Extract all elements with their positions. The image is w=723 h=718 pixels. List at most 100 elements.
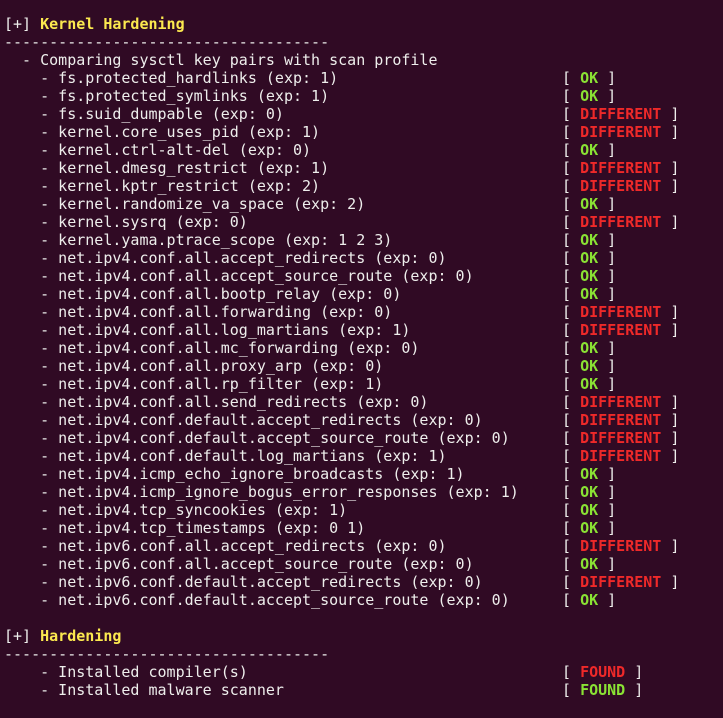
check-label: - net.ipv4.conf.all.log_martians (exp: 1… (4, 321, 411, 339)
section-separator: ------------------------------------ (4, 645, 330, 663)
bracket-open: [ (562, 141, 581, 159)
section-intro: - Comparing sysctl key pairs with scan p… (4, 51, 438, 69)
status-badge: [ FOUND ] (562, 681, 643, 699)
check-label: - net.ipv6.conf.all.accept_source_route … (4, 555, 474, 573)
check-row: - net.ipv4.conf.all.forwarding (exp: 0) [… (4, 303, 723, 321)
check-label: - kernel.kptr_restrict (exp: 2) (4, 177, 321, 195)
bracket-close: ] (625, 681, 644, 699)
check-label: - net.ipv4.conf.all.mc_forwarding (exp: … (4, 339, 420, 357)
check-row: - net.ipv6.conf.all.accept_redirects (ex… (4, 537, 723, 555)
check-label: - net.ipv6.conf.all.accept_redirects (ex… (4, 537, 447, 555)
status-value: OK (580, 285, 599, 303)
bracket-open: [ (562, 249, 581, 267)
bracket-open: [ (562, 357, 581, 375)
bracket-close: ] (598, 231, 617, 249)
status-badge: [ DIFFERENT ] (562, 177, 679, 195)
check-row: - net.ipv4.tcp_syncookies (exp: 1) [ OK ] (4, 501, 723, 519)
bracket-close: ] (661, 159, 680, 177)
check-row: - kernel.dmesg_restrict (exp: 1) [ DIFFER… (4, 159, 723, 177)
check-label: - net.ipv4.tcp_syncookies (exp: 1) (4, 501, 348, 519)
check-label: - net.ipv4.conf.all.bootp_relay (exp: 0) (4, 285, 402, 303)
bracket-open: [ (562, 573, 581, 591)
check-row: - net.ipv4.conf.all.bootp_relay (exp: 0)… (4, 285, 723, 303)
status-badge: [ DIFFERENT ] (562, 411, 679, 429)
check-label: - net.ipv6.conf.default.accept_redirects… (4, 573, 483, 591)
check-row: - net.ipv4.conf.default.accept_source_ro… (4, 429, 723, 447)
check-row: - kernel.sysrq (exp: 0) [ DIFFERENT ] (4, 213, 723, 231)
check-row: - net.ipv4.conf.all.send_redirects (exp:… (4, 393, 723, 411)
bracket-open: [ (562, 303, 581, 321)
bracket-open: [ (562, 69, 581, 87)
check-row: - net.ipv4.tcp_timestamps (exp: 0 1) [ OK… (4, 519, 723, 537)
bracket-close: ] (661, 303, 680, 321)
check-label: - kernel.core_uses_pid (exp: 1) (4, 123, 321, 141)
check-row: - kernel.kptr_restrict (exp: 2) [ DIFFERE… (4, 177, 723, 195)
check-label: - kernel.randomize_va_space (exp: 2) (4, 195, 366, 213)
bracket-close: ] (661, 105, 680, 123)
status-value: OK (580, 357, 599, 375)
status-value: DIFFERENT (580, 393, 662, 411)
status-value: OK (580, 87, 599, 105)
bracket-open: [ (562, 663, 581, 681)
check-row: - net.ipv4.conf.all.rp_filter (exp: 1) [ … (4, 375, 723, 393)
check-row: - net.ipv4.icmp_echo_ignore_broadcasts (… (4, 465, 723, 483)
bracket-close: ] (661, 573, 680, 591)
status-value: OK (580, 267, 599, 285)
bracket-close: ] (661, 393, 680, 411)
status-value: OK (580, 69, 599, 87)
check-label: - net.ipv4.conf.all.rp_filter (exp: 1) (4, 375, 384, 393)
status-value: DIFFERENT (580, 447, 662, 465)
section-marker: [+] (4, 627, 32, 645)
section-title: Kernel Hardening (40, 15, 185, 33)
bracket-close: ] (625, 663, 644, 681)
bracket-close: ] (661, 321, 680, 339)
check-label: - kernel.ctrl-alt-del (exp: 0) (4, 141, 312, 159)
bracket-close: ] (598, 249, 617, 267)
bracket-open: [ (562, 393, 581, 411)
check-row: - kernel.core_uses_pid (exp: 1) [ DIFFERE… (4, 123, 723, 141)
check-label: - fs.protected_hardlinks (exp: 1) (4, 69, 339, 87)
status-value: DIFFERENT (580, 213, 662, 231)
status-value: DIFFERENT (580, 123, 662, 141)
section-separator: ------------------------------------ (4, 33, 330, 51)
bracket-close: ] (598, 555, 617, 573)
status-badge: [ OK ] (562, 591, 616, 609)
bracket-open: [ (562, 447, 581, 465)
status-badge: [ DIFFERENT ] (562, 321, 679, 339)
check-row: - net.ipv4.icmp_ignore_bogus_error_respo… (4, 483, 723, 501)
bracket-open: [ (562, 87, 581, 105)
status-value: OK (580, 195, 599, 213)
status-badge: [ OK ] (562, 267, 616, 285)
bracket-open: [ (562, 591, 581, 609)
check-row: - net.ipv4.conf.all.mc_forwarding (exp: … (4, 339, 723, 357)
bracket-close: ] (598, 519, 617, 537)
status-value: OK (580, 483, 599, 501)
check-row: - net.ipv6.conf.all.accept_source_route … (4, 555, 723, 573)
check-label: - kernel.yama.ptrace_scope (exp: 1 2 3) (4, 231, 393, 249)
bracket-open: [ (562, 213, 581, 231)
status-badge: [ DIFFERENT ] (562, 159, 679, 177)
bracket-close: ] (598, 465, 617, 483)
bracket-open: [ (562, 465, 581, 483)
status-value: OK (580, 555, 599, 573)
bracket-close: ] (661, 429, 680, 447)
bracket-close: ] (598, 591, 617, 609)
check-row: - net.ipv6.conf.default.accept_source_ro… (4, 591, 723, 609)
status-value: OK (580, 339, 599, 357)
check-label: - net.ipv4.conf.default.log_martians (ex… (4, 447, 447, 465)
status-badge: [ OK ] (562, 195, 616, 213)
check-label: - net.ipv4.conf.all.accept_source_route … (4, 267, 474, 285)
check-row: - net.ipv4.conf.all.accept_source_route … (4, 267, 723, 285)
bracket-open: [ (562, 411, 581, 429)
section-marker: [+] (4, 15, 32, 33)
bracket-open: [ (562, 519, 581, 537)
status-badge: [ OK ] (562, 69, 616, 87)
bracket-open: [ (562, 285, 581, 303)
check-label: - net.ipv4.conf.all.accept_redirects (ex… (4, 249, 447, 267)
bracket-open: [ (562, 483, 581, 501)
status-badge: [ DIFFERENT ] (562, 447, 679, 465)
status-value: DIFFERENT (580, 537, 662, 555)
bracket-close: ] (598, 375, 617, 393)
check-label: - net.ipv6.conf.default.accept_source_ro… (4, 591, 510, 609)
